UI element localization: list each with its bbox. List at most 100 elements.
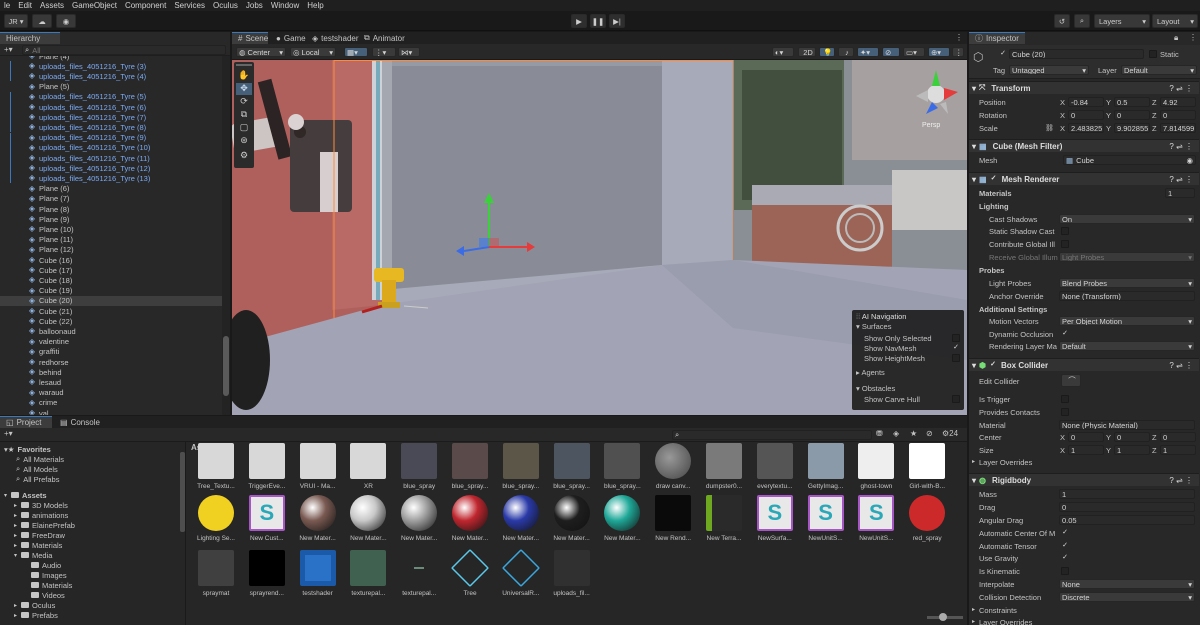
filter-label-icon[interactable]: ◈	[893, 429, 899, 438]
use-gravity-checkbox[interactable]: ✓	[1061, 554, 1069, 562]
transform-tool-icon[interactable]: ⊛	[236, 135, 252, 147]
play-button[interactable]: ▶	[571, 14, 587, 28]
2d-toggle[interactable]: 2D	[798, 47, 816, 57]
hierarchy-scrollbar[interactable]	[222, 56, 230, 415]
asset-item[interactable]: testshader	[293, 547, 343, 607]
hidden-packages-icon[interactable]: ⊘	[926, 429, 933, 438]
move-tool-icon[interactable]: ✥	[236, 83, 252, 95]
project-folder[interactable]: ▸ Materials	[0, 540, 62, 550]
object-name-input[interactable]: Cube (20)	[1009, 49, 1144, 59]
scene-viewport[interactable]: ✋ ✥ ⟳ ⧉ ▢ ⊛ ⚙ Persp ⁞⁞ AI Navigation ▾ S…	[232, 60, 967, 415]
foldout-arrow-icon[interactable]: ▸	[14, 522, 21, 529]
asset-item[interactable]: New Mater...	[394, 492, 444, 552]
hierarchy-item[interactable]: ◈ Plane (9)	[0, 214, 70, 224]
menu-item[interactable]: Help	[303, 1, 327, 10]
hierarchy-item[interactable]: ◈ uploads_files_4051216_Tyre (13)	[0, 173, 150, 184]
menu-item[interactable]: Oculus	[209, 1, 242, 10]
project-folder[interactable]: ▸ FreeDraw	[0, 530, 65, 540]
rect-tool-icon[interactable]: ▢	[236, 122, 252, 134]
mesh-renderer-header[interactable]: ▾ ▦ ✓ Mesh Renderer? ⇌ ⋮	[969, 172, 1199, 185]
static-shadow-checkbox[interactable]	[1061, 227, 1069, 235]
tab-animator[interactable]: ⧉ Animator	[358, 32, 408, 44]
collider-material-field[interactable]: None (Physic Material)	[1059, 420, 1195, 430]
asset-item[interactable]: Lighting Se...	[191, 492, 241, 552]
tab-project[interactable]: ◱ Project	[0, 416, 52, 428]
hierarchy-search-input[interactable]: ⌕ All	[22, 45, 226, 55]
hierarchy-item[interactable]: ◈ uploads_files_4051216_Tyre (6)	[0, 102, 146, 112]
project-search-input[interactable]: ⌕	[672, 430, 872, 440]
hierarchy-item[interactable]: ◈ valentine	[0, 337, 69, 347]
hierarchy-item[interactable]: ◈ behind	[0, 367, 62, 377]
is-kinematic-checkbox[interactable]	[1061, 567, 1069, 575]
project-folder[interactable]: ▾ Media	[0, 550, 52, 560]
hierarchy-item[interactable]: ◈ Plane (11)	[0, 235, 73, 245]
tab-scene[interactable]: # Scene	[232, 32, 268, 44]
hierarchy-item[interactable]: ◈ graffiti	[0, 347, 59, 357]
snap-increment-button[interactable]: ⋮▾	[372, 47, 396, 57]
orientation-gizmo[interactable]: Persp	[908, 62, 964, 132]
receive-gi-dropdown[interactable]: Light Probes ▾	[1059, 252, 1195, 262]
motion-vectors-dropdown[interactable]: Per Object Motion ▾	[1059, 316, 1195, 326]
draw-mode-button[interactable]: ◐▾	[772, 47, 794, 57]
project-folder[interactable]: ▸ 3D Models	[0, 500, 68, 510]
asset-item[interactable]: New Terra...	[699, 492, 749, 552]
rotation-z-input[interactable]: 0	[1160, 110, 1196, 120]
center-z-input[interactable]: 0	[1160, 432, 1196, 442]
provides-contacts-checkbox[interactable]	[1061, 408, 1069, 416]
constrain-proportions-icon[interactable]: ⛓	[1045, 124, 1054, 132]
hierarchy-item[interactable]: ◈ uploads_files_4051216_Tyre (10)	[0, 142, 150, 153]
project-folder[interactable]: ▾ Assets	[0, 490, 47, 500]
layer-dropdown[interactable]: Default ▾	[1121, 65, 1197, 75]
show-only-selected-checkbox[interactable]	[952, 334, 960, 342]
hierarchy-item[interactable]: ◈ uploads_files_4051216_Tyre (3)	[0, 61, 146, 72]
hierarchy-item[interactable]: ◈ Cube (21)	[0, 306, 72, 316]
tree-scrollbar[interactable]	[180, 452, 185, 532]
project-folder[interactable]: Audio	[0, 560, 61, 570]
hierarchy-item[interactable]: ◈ uploads_files_4051216_Tyre (8)	[0, 122, 146, 133]
mass-input[interactable]: 1	[1059, 489, 1195, 499]
foldout-arrow-icon[interactable]: ▸	[14, 612, 21, 619]
foldout-arrow-icon[interactable]: ▸	[14, 532, 21, 539]
search-icon[interactable]: ⌕	[1074, 14, 1090, 28]
foldout-arrow-icon[interactable]: ▸	[972, 618, 975, 625]
lock-icon[interactable]: 🔒︎	[1174, 33, 1178, 43]
cast-shadows-dropdown[interactable]: On ▾	[1059, 214, 1195, 224]
drag-input[interactable]: 0	[1059, 502, 1195, 512]
menu-item[interactable]: le	[0, 1, 14, 10]
effects-toggle[interactable]: ✦▾	[857, 47, 879, 57]
menu-item[interactable]: Assets	[36, 1, 68, 10]
collision-detection-dropdown[interactable]: Discrete ▾	[1059, 592, 1195, 602]
hierarchy-item[interactable]: ◈ balloonaud	[0, 326, 76, 336]
project-folder[interactable]: Videos	[0, 590, 65, 600]
hierarchy-item[interactable]: ◈ Plane (6)	[0, 184, 70, 194]
position-y-input[interactable]: 0.5	[1114, 97, 1150, 107]
hierarchy-item[interactable]: ◈ Cube (17)	[0, 265, 72, 275]
rigidbody-header[interactable]: ▾ ◍ Rigidbody? ⇌ ⋮	[969, 473, 1199, 486]
tab-game[interactable]: ● Game	[270, 32, 306, 44]
tag-dropdown[interactable]: Untagged ▾	[1009, 65, 1089, 75]
light-probes-dropdown[interactable]: Blend Probes ▾	[1059, 278, 1195, 288]
dynamic-occlusion-checkbox[interactable]: ✓	[1061, 330, 1069, 338]
asset-item[interactable]: S New Cust...	[242, 492, 292, 552]
foldout-arrow-icon[interactable]: ▸	[14, 512, 21, 519]
size-y-input[interactable]: 1	[1114, 445, 1150, 455]
auto-center-checkbox[interactable]: ✓	[1061, 529, 1069, 537]
visibility-toggle[interactable]: ⊘	[882, 47, 900, 57]
incremental-snap-button[interactable]: ⋈▾	[398, 47, 420, 57]
gizmos-button[interactable]: ⊕▾	[928, 47, 950, 57]
angular-drag-input[interactable]: 0.05	[1059, 515, 1195, 525]
persp-label[interactable]: Persp	[922, 122, 940, 129]
custom-tool-icon[interactable]: ⚙	[236, 150, 252, 162]
asset-item[interactable]: Tree	[445, 547, 495, 607]
asset-item[interactable]: sprayrend...	[242, 547, 292, 607]
asset-item[interactable]: texturepal...	[343, 547, 393, 607]
tab-console[interactable]: ▤ Console	[54, 416, 106, 428]
hierarchy-item[interactable]: ◈ Cube (18)	[0, 275, 72, 285]
favorite-item[interactable]: ⌕ All Materials	[0, 454, 64, 464]
foldout-arrow-icon[interactable]: ▸	[14, 502, 21, 509]
scale-y-input[interactable]: 9.902855	[1114, 123, 1150, 133]
box-collider-header[interactable]: ▾ ⬢ ✓ Box Collider? ⇌ ⋮	[969, 358, 1199, 371]
menu-item[interactable]: Window	[267, 1, 303, 10]
active-checkbox[interactable]: ✓	[999, 50, 1007, 58]
favorites-header[interactable]: ▾★ Favorites	[0, 444, 51, 454]
